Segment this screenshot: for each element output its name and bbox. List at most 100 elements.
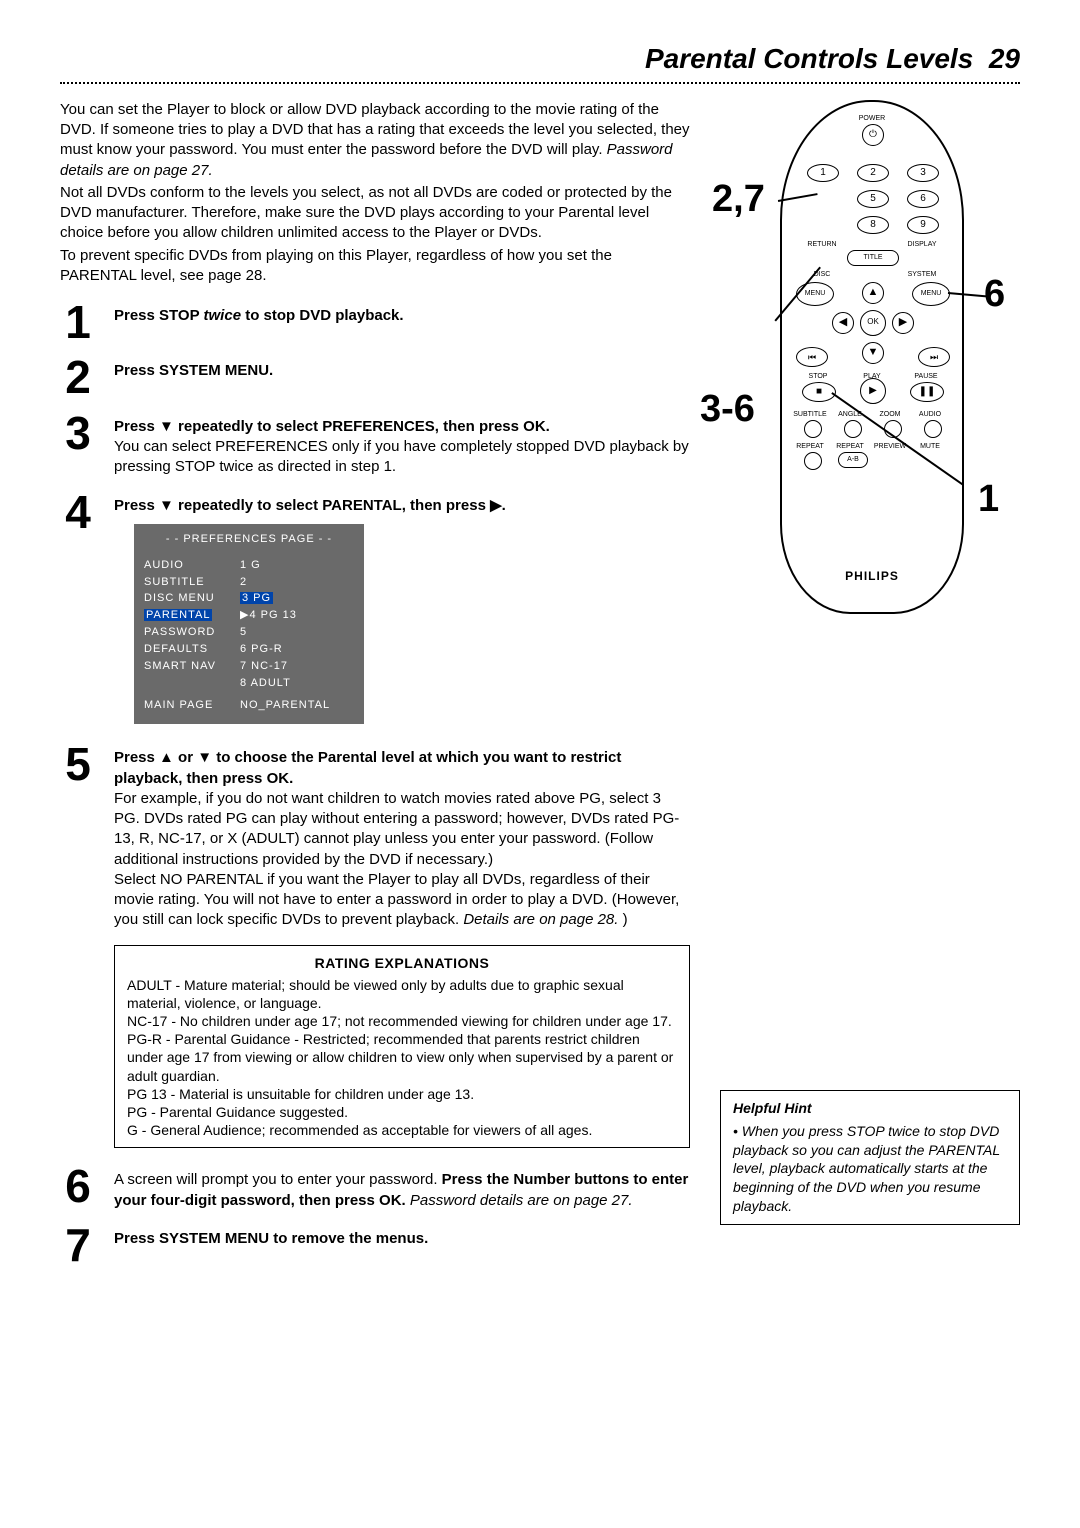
rating-item: NC-17 - No children under age 17; not re… [127, 1012, 677, 1030]
subtitle-button [804, 420, 822, 438]
step-3-number: 3 [60, 413, 96, 478]
num-5: 5 [857, 190, 889, 208]
rating-item: G - General Audience; recommended as acc… [127, 1121, 677, 1139]
step-5-body2-end: ) [623, 911, 628, 928]
callout-3-6: 3-6 [700, 390, 755, 428]
ratings-title: RATING EXPLANATIONS [127, 954, 677, 972]
label-disc: DISC [802, 270, 842, 279]
rating-item: PG - Parental Guidance suggested. [127, 1103, 677, 1121]
preferences-menu: - - PREFERENCES PAGE - - AUDIO1 GSUBTITL… [134, 524, 364, 724]
page-number: 29 [989, 43, 1020, 74]
nav-down: ▼ [862, 342, 884, 364]
disc-menu-button: MENU [796, 282, 834, 306]
step-5-body1: For example, if you do not want children… [114, 789, 690, 870]
num-6: 6 [907, 190, 939, 208]
step-5: 5 Press ▲ or ▼ to choose the Parental le… [60, 744, 690, 930]
step-1: 1 Press STOP twice to stop DVD playback. [60, 302, 690, 343]
num-2: 2 [857, 164, 889, 182]
label-system: SYSTEM [902, 270, 942, 279]
num-8: 8 [857, 216, 889, 234]
rating-item: PG-R - Parental Guidance - Restricted; r… [127, 1030, 677, 1085]
step-7-bold: Press SYSTEM MENU to remove the menus. [114, 1230, 428, 1247]
step-7: 7 Press SYSTEM MENU to remove the menus. [60, 1225, 690, 1266]
audio-button [924, 420, 942, 438]
callout-2-7: 2,7 [712, 180, 765, 218]
step-4-bold: Press ▼ repeatedly to select PARENTAL, t… [114, 496, 690, 516]
nav-right: ▶ [892, 312, 914, 334]
rating-item: ADULT - Mature material; should be viewe… [127, 976, 677, 1012]
menu-row: DEFAULTS6 PG-R [144, 641, 354, 658]
hint-title: Helpful Hint [733, 1099, 1007, 1118]
next-button: ⏭ [918, 347, 950, 367]
rating-item: PG 13 - Material is unsuitable for child… [127, 1085, 677, 1103]
num-1: 1 [807, 164, 839, 182]
pause-button: ❚❚ [910, 382, 944, 402]
divider-dotted [60, 82, 1020, 84]
intro-p3: To prevent specific DVDs from playing on… [60, 246, 690, 287]
step-6: 6 A screen will prompt you to enter your… [60, 1166, 690, 1211]
intro-p2: Not all DVDs conform to the levels you s… [60, 183, 690, 244]
remote-illustration: POWER ⏻ 1 2 3 5 6 8 9 RETURN DISPLAY TIT… [720, 100, 1020, 610]
step-2-number: 2 [60, 357, 96, 398]
power-button: ⏻ [862, 124, 884, 146]
system-menu-button: MENU [912, 282, 950, 306]
num-3: 3 [907, 164, 939, 182]
step-5-bold: Press ▲ or ▼ to choose the Parental leve… [114, 748, 690, 789]
ok-button: OK [860, 310, 886, 336]
nav-left: ◀ [832, 312, 854, 334]
step-3-body: You can select PREFERENCES only if you h… [114, 437, 690, 478]
intro-p1: You can set the Player to block or allow… [60, 101, 690, 159]
nav-up: ▲ [862, 282, 884, 304]
step-6-number: 6 [60, 1166, 96, 1211]
intro-text: You can set the Player to block or allow… [60, 100, 690, 286]
prev-button: ⏮ [796, 347, 828, 367]
num-9: 9 [907, 216, 939, 234]
play-button: ▶ [860, 378, 886, 404]
menu-row: SUBTITLE2 [144, 574, 354, 591]
step-6-italic: Password details are on page 27. [410, 1192, 633, 1209]
label-zoom: ZOOM [870, 410, 910, 419]
label-power: POWER [852, 114, 892, 123]
step-7-number: 7 [60, 1225, 96, 1266]
step-1-a: Press STOP [114, 307, 204, 324]
menu-title: - - PREFERENCES PAGE - - [144, 532, 354, 547]
label-repeat: REPEAT [790, 442, 830, 451]
step-6-a: A screen will prompt you to enter your p… [114, 1171, 442, 1188]
step-5-number: 5 [60, 744, 96, 930]
rating-explanations-box: RATING EXPLANATIONS ADULT - Mature mater… [114, 945, 690, 1149]
label-display: DISPLAY [902, 240, 942, 249]
step-2-text: Press SYSTEM MENU. [114, 362, 273, 379]
step-2: 2 Press SYSTEM MENU. [60, 357, 690, 398]
step-5-body2-italic: Details are on page 28. [463, 911, 618, 928]
hint-body: • When you press STOP twice to stop DVD … [733, 1122, 1007, 1216]
label-return: RETURN [802, 240, 842, 249]
menu-row: PASSWORD5 [144, 624, 354, 641]
step-3: 3 Press ▼ repeatedly to select PREFERENC… [60, 413, 690, 478]
angle-button [844, 420, 862, 438]
step-4-number: 4 [60, 492, 96, 725]
helpful-hint-box: Helpful Hint • When you press STOP twice… [720, 1090, 1020, 1225]
repeat-button [804, 452, 822, 470]
stop-button: ■ [802, 382, 836, 402]
step-1-number: 1 [60, 302, 96, 343]
label-pause: PAUSE [906, 372, 946, 381]
menu-row: SMART NAV7 NC-17 [144, 658, 354, 675]
callout-6: 6 [984, 275, 1005, 313]
menu-row: AUDIO1 G [144, 557, 354, 574]
page-title: Parental Controls Levels [645, 43, 973, 74]
label-stop: STOP [798, 372, 838, 381]
callout-1: 1 [978, 480, 999, 518]
step-4: 4 Press ▼ repeatedly to select PARENTAL,… [60, 492, 690, 725]
title-button: TITLE [847, 250, 899, 266]
step-1-c: to stop DVD playback. [245, 307, 403, 324]
label-subtitle: SUBTITLE [790, 410, 830, 419]
menu-row: 8 ADULT [144, 675, 354, 692]
label-repeat2: REPEAT [830, 442, 870, 451]
ab-button: A-B [838, 452, 868, 468]
step-3-bold: Press ▼ repeatedly to select PREFERENCES… [114, 417, 690, 437]
menu-row: MAIN PAGENO_PARENTAL [144, 697, 354, 714]
brand-logo: PHILIPS [845, 568, 899, 584]
menu-row: PARENTAL▶4 PG 13 [144, 607, 354, 624]
label-audio: AUDIO [910, 410, 950, 419]
menu-row: DISC MENU3 PG [144, 590, 354, 607]
